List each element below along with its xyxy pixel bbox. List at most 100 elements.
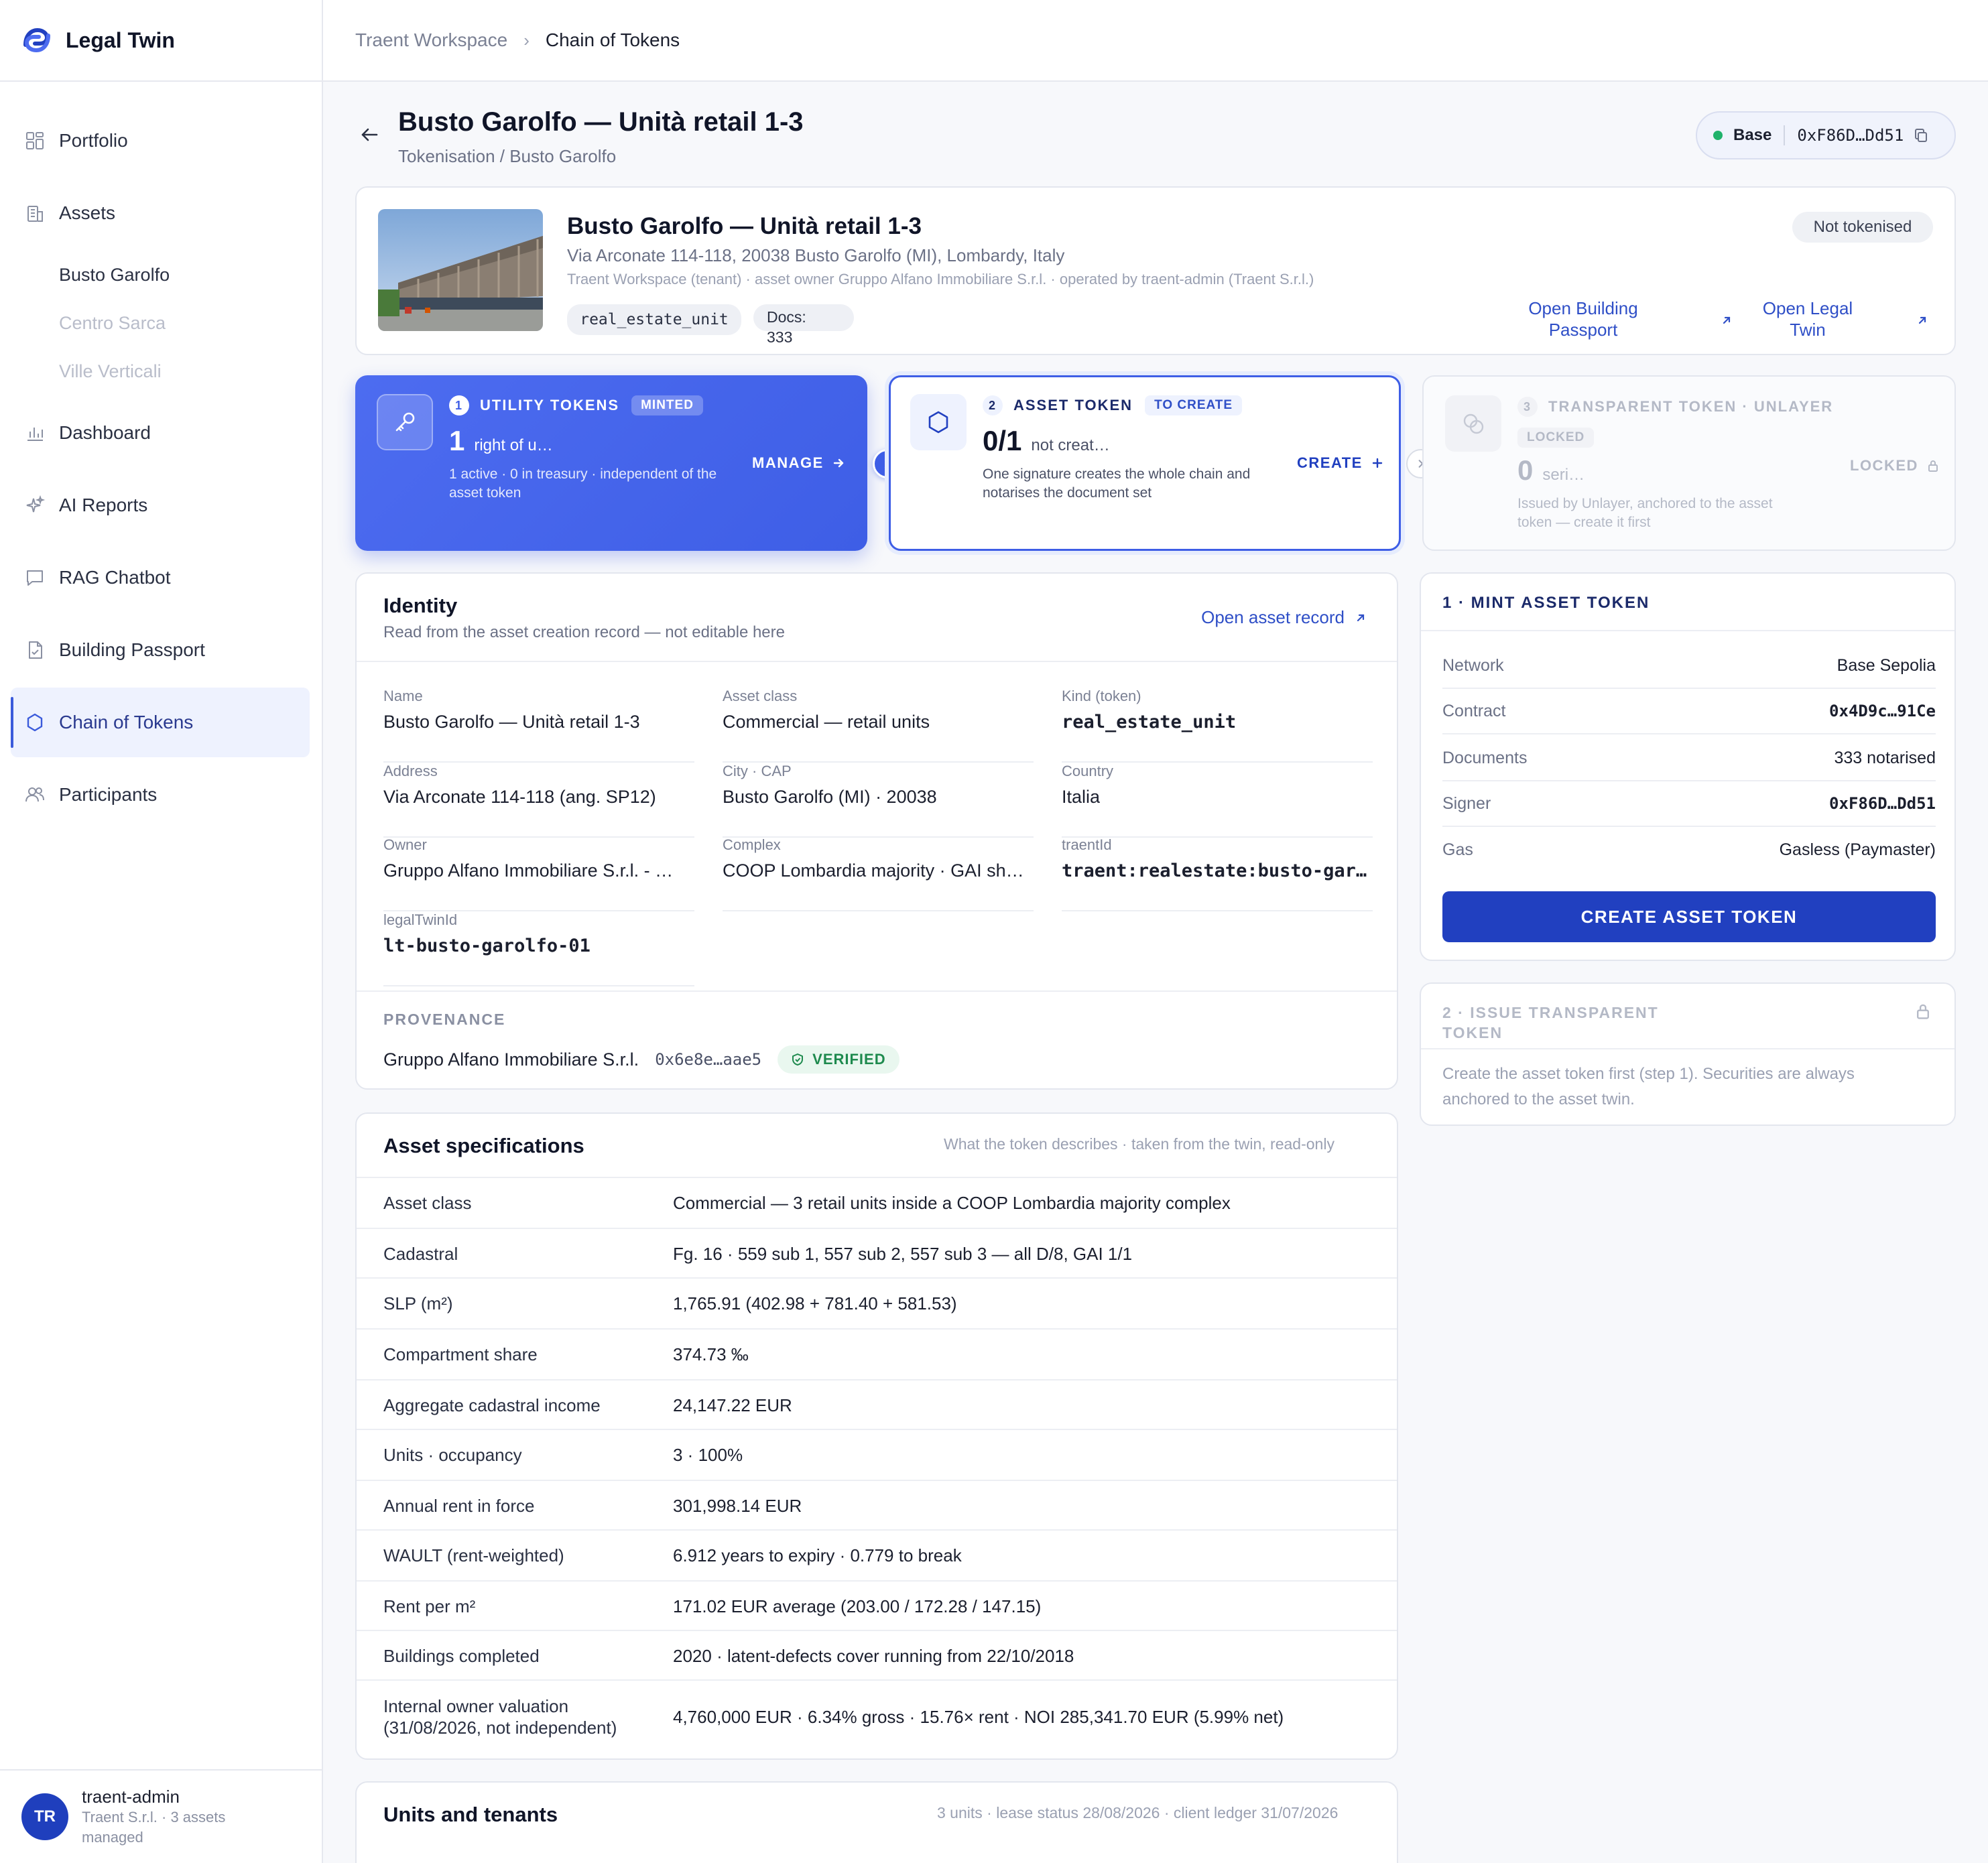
- asset-specifications-card: Asset specifications What the token desc…: [355, 1112, 1398, 1760]
- sidebar-item-chain-of-tokens[interactable]: Chain of Tokens: [11, 688, 310, 757]
- sidebar-item-ai-reports[interactable]: AI Reports: [11, 470, 310, 540]
- status-badge: Not tokenised: [1792, 212, 1933, 243]
- spec-value: 171.02 EUR average (203.00 / 172.28 / 14…: [673, 1596, 1042, 1616]
- create-label: CREATE: [1297, 454, 1363, 471]
- mint-row-signer: Signer 0xF86D…Dd51: [1442, 781, 1936, 827]
- units-and-tenants-card: Units and tenants 3 units · lease status…: [355, 1781, 1398, 1863]
- section-subtitle: Read from the asset creation record — no…: [383, 623, 785, 641]
- locked-indicator: LOCKED: [1850, 457, 1940, 474]
- wallet-network-pill[interactable]: Base 0xF86D…Dd51: [1696, 111, 1956, 159]
- user-profile[interactable]: TR traent-admin Traent S.r.l. · 3 assets…: [0, 1769, 322, 1863]
- mint-row-contract: Contract 0x4D9c…91Ce: [1442, 689, 1936, 734]
- copy-icon[interactable]: [1913, 127, 1929, 143]
- spec-row: Cadastral Fg. 16 · 559 sub 1, 557 sub 2, …: [357, 1228, 1397, 1279]
- sidebar-item-rag-chatbot[interactable]: RAG Chatbot: [11, 543, 310, 613]
- hexagon-icon: [910, 394, 967, 450]
- manage-label: MANAGE: [752, 454, 824, 471]
- asset-summary-card: Busto Garolfo — Unità retail 1-3 Via Arc…: [355, 186, 1956, 355]
- lock-icon: [1928, 460, 1938, 472]
- step-value: 1: [449, 425, 465, 456]
- section-title: Asset specifications: [383, 1134, 584, 1157]
- asset-photo: [378, 209, 543, 331]
- users-icon: [24, 784, 46, 806]
- sidebar-subitem-ville-verticali[interactable]: Ville Verticali: [0, 347, 322, 395]
- spec-key: Aggregate cadastral income: [383, 1395, 601, 1415]
- spec-key: Asset class: [383, 1193, 472, 1213]
- sidebar-subitem-busto-garolfo[interactable]: Busto Garolfo: [0, 251, 322, 299]
- breadcrumb: Traent Workspace › Chain of Tokens: [323, 0, 1988, 82]
- sidebar-item-assets[interactable]: Assets: [11, 178, 310, 248]
- mint-asset-token-panel: 1 · MINT ASSET TOKEN Network Base Sepoli…: [1420, 572, 1956, 961]
- shield-check-icon: [792, 1053, 804, 1066]
- spec-key: SLP (m²): [383, 1293, 453, 1313]
- docs-count: 333: [767, 328, 793, 346]
- sidebar-subitem-centro-sarca[interactable]: Centro Sarca: [0, 299, 322, 347]
- brand[interactable]: Legal Twin: [0, 0, 322, 82]
- step-description: One signature creates the whole chain an…: [983, 466, 1251, 501]
- step-number: 3: [1517, 397, 1538, 417]
- section-title: Units and tenants: [383, 1803, 558, 1826]
- spec-row: Asset class Commercial — 3 retail units i…: [357, 1177, 1397, 1228]
- spec-value: 301,998.14 EUR: [673, 1495, 802, 1516]
- spec-row: Rent per m² 171.02 EUR average (203.00 / …: [357, 1580, 1397, 1631]
- chevron-right-icon: ›: [523, 29, 530, 50]
- spec-value: Fg. 16 · 559 sub 1, 557 sub 2, 557 sub 3…: [673, 1243, 1133, 1264]
- breadcrumb-current: Chain of Tokens: [545, 29, 680, 50]
- spec-key: Cadastral: [383, 1244, 458, 1264]
- step-status-badge: MINTED: [631, 395, 703, 415]
- brand-name: Legal Twin: [66, 27, 175, 52]
- breadcrumb-workspace[interactable]: Traent Workspace: [355, 29, 507, 51]
- hexagon-icon: [24, 712, 46, 733]
- create-asset-token-button[interactable]: CREATE ASSET TOKEN: [1442, 891, 1936, 942]
- open-asset-record-link[interactable]: Open asset record: [1201, 607, 1367, 628]
- step-description: Issued by Unlayer, anchored to the asset…: [1517, 496, 1773, 530]
- sidebar-item-portfolio[interactable]: Portfolio: [11, 106, 310, 176]
- step-value-label: seri…: [1542, 466, 1585, 484]
- section-note: 3 units · lease status 28/08/2026 · clie…: [937, 1804, 1339, 1821]
- spec-key: Compartment share: [383, 1344, 538, 1364]
- step-title: TRANSPARENT TOKEN · UNLAYER: [1548, 398, 1834, 415]
- network-status-dot: [1713, 131, 1723, 140]
- step-asset-token[interactable]: 2 ASSET TOKEN TO CREATE 0/1 not creat… O…: [889, 375, 1401, 551]
- manage-button[interactable]: MANAGE: [752, 454, 845, 472]
- page-subtitle: Tokenisation / Busto Garolfo: [398, 146, 617, 166]
- step-value-label: right of u…: [474, 436, 553, 454]
- provenance-hash[interactable]: 0x6e8e…aae5: [655, 1050, 761, 1069]
- step-transparent-token: 3 TRANSPARENT TOKEN · UNLAYER LOCKED 0 s…: [1422, 375, 1956, 551]
- arrow-right-icon: [833, 458, 843, 468]
- chat-icon: [24, 567, 46, 588]
- open-legal-twin-link[interactable]: Open Legal Twin: [1744, 298, 1871, 340]
- sidebar-item-label: Chain of Tokens: [59, 712, 194, 732]
- spec-value: 4,760,000 EUR · 6.34% gross · 15.76× ren…: [673, 1706, 1284, 1727]
- panel-title: 2 · ISSUE TRANSPARENT TOKEN: [1442, 1004, 1659, 1041]
- panel-description: Create the asset token first (step 1). S…: [1442, 1065, 1855, 1108]
- identity-field-asset-class: Asset class Commercial — retail units: [723, 688, 1034, 763]
- step-utility-tokens[interactable]: 1 UTILITY TOKENS MINTED 1 right of u… 1 …: [355, 375, 867, 551]
- sidebar-item-building-passport[interactable]: Building Passport: [11, 615, 310, 685]
- sidebar-item-label: Dashboard: [59, 422, 151, 443]
- provenance-owner: Gruppo Alfano Immobiliare S.r.l.: [383, 1049, 639, 1070]
- provenance-row: Gruppo Alfano Immobiliare S.r.l. 0x6e8e……: [383, 1045, 899, 1074]
- spec-value: 2020 · latent-defects cover running from…: [673, 1645, 1074, 1666]
- identity-card: Identity Read from the asset creation re…: [355, 572, 1398, 1090]
- page-title: Busto Garolfo — Unità retail 1-3: [398, 107, 804, 137]
- bar-chart-icon: [24, 422, 46, 444]
- wallet-address: 0xF86D…Dd51: [1797, 126, 1904, 145]
- spec-value: 374.73 ‰: [673, 1344, 749, 1364]
- step-title: UTILITY TOKENS: [480, 397, 620, 413]
- step-value: 0/1: [983, 425, 1022, 456]
- step-value: 0: [1517, 454, 1534, 486]
- user-name: traent-admin: [82, 1786, 180, 1807]
- spec-row: Buildings completed 2020 · latent-defects…: [357, 1630, 1397, 1681]
- spec-value: 3 · 100%: [673, 1444, 743, 1465]
- sidebar-item-participants[interactable]: Participants: [11, 760, 310, 830]
- step-description: 1 active · 0 in treasury · independent o…: [449, 466, 717, 501]
- sidebar-item-label: Portfolio: [59, 130, 128, 151]
- back-arrow-icon[interactable]: [359, 125, 379, 145]
- user-subtitle: Traent S.r.l. · 3 assets managed: [82, 1808, 226, 1846]
- sidebar-item-label: RAG Chatbot: [59, 567, 171, 588]
- create-button[interactable]: CREATE: [1297, 454, 1384, 472]
- open-building-passport-link[interactable]: Open Building Passport: [1509, 298, 1657, 340]
- external-link-icon: [1723, 316, 1731, 324]
- sidebar-item-dashboard[interactable]: Dashboard: [11, 398, 310, 468]
